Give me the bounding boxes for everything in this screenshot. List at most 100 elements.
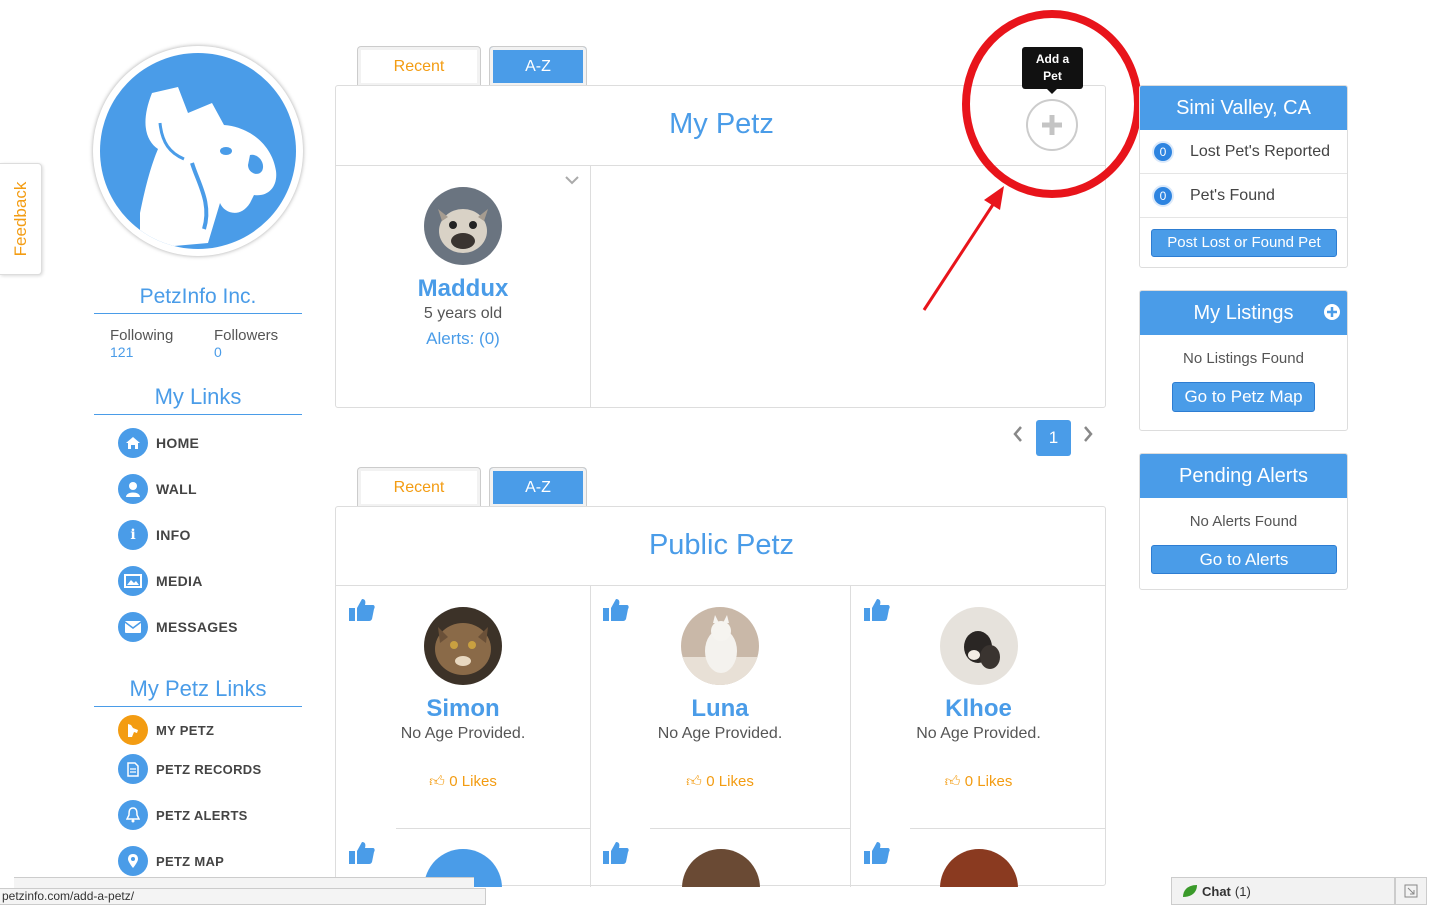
pet-photo[interactable] <box>939 607 1018 685</box>
leaf-icon <box>1183 885 1197 897</box>
likes-link[interactable]: 👍︎ 0 Likes <box>336 773 590 791</box>
followers-label: Followers <box>214 327 279 344</box>
like-icon: 👍︎ <box>429 773 445 790</box>
alerts-box: Pending Alerts No Alerts Found Go to Ale… <box>1139 453 1348 590</box>
add-pet-tooltip: Add a Pet <box>1022 47 1083 94</box>
add-listing-icon[interactable] <box>1323 303 1341 326</box>
dog-logo-icon <box>140 87 277 249</box>
my-petz-tab-az[interactable]: A-Z <box>489 46 587 86</box>
go-to-petz-map-button[interactable]: Go to Petz Map <box>1172 382 1315 412</box>
pet-age: No Age Provided. <box>657 725 783 742</box>
nav-petz-alerts-label: PETZ ALERTS <box>156 807 248 823</box>
my-petz-tab-recent[interactable]: Recent <box>357 46 481 86</box>
following-count: 121 <box>110 344 134 360</box>
likes-link[interactable]: 👍︎ 0 Likes <box>850 773 1107 791</box>
pet-card-luna[interactable]: Luna No Age Provided. 👍︎ 0 Likes <box>590 607 850 791</box>
add-pet-button[interactable] <box>1026 99 1078 151</box>
chat-count: (1) <box>1234 883 1251 899</box>
pet-photo[interactable] <box>682 849 760 887</box>
my-petz-links-title: My Petz Links <box>94 676 302 707</box>
status-url: petzinfo.com/add-a-petz/ <box>0 888 486 905</box>
my-petz-panel: My Petz Maddux 5 years old Alerts: (0) <box>335 85 1106 408</box>
map-pin-icon <box>118 846 148 876</box>
pet-age: 5 years old <box>423 305 503 322</box>
nav-home[interactable]: HOME <box>118 427 199 459</box>
pet-name[interactable]: Simon <box>336 695 590 723</box>
post-lost-found-button[interactable]: Post Lost or Found Pet <box>1151 229 1337 257</box>
pet-alerts-link[interactable]: Alerts: (0) <box>336 329 590 349</box>
chevron-down-icon[interactable] <box>565 172 579 188</box>
prev-page-icon[interactable] <box>1012 423 1024 449</box>
nav-media[interactable]: MEDIA <box>118 565 203 597</box>
page-number[interactable]: 1 <box>1036 420 1071 456</box>
followers-stat[interactable]: Followers 0 <box>214 327 278 360</box>
found-count-badge: 0 <box>1152 184 1174 207</box>
nav-messages-label: MESSAGES <box>156 619 238 635</box>
chat-expand-button[interactable] <box>1395 877 1427 905</box>
thumbs-up-icon[interactable] <box>602 840 630 871</box>
nav-petz-records-label: PETZ RECORDS <box>156 761 262 777</box>
chat-label: Chat <box>1202 883 1231 899</box>
following-stat[interactable]: Following 121 <box>110 327 173 360</box>
next-page-icon[interactable] <box>1082 423 1094 449</box>
likes-link[interactable]: 👍︎ 0 Likes <box>590 773 850 791</box>
pet-name[interactable]: Maddux <box>336 275 590 303</box>
pet-photo[interactable] <box>940 849 1018 887</box>
public-petz-panel: Public Petz Simon No Age Provided. 👍︎ 0 … <box>335 506 1107 887</box>
nav-wall[interactable]: WALL <box>118 473 197 505</box>
likes-count: 0 Likes <box>706 773 754 790</box>
feedback-tab[interactable]: Feedback <box>0 163 42 275</box>
pet-photo[interactable] <box>424 607 502 685</box>
alerts-title: Pending Alerts <box>1140 454 1347 498</box>
nav-my-petz-label: MY PETZ <box>156 722 215 738</box>
envelope-icon <box>118 612 148 642</box>
thumbs-up-icon[interactable] <box>348 840 376 871</box>
nav-wall-label: WALL <box>156 481 197 497</box>
expand-icon <box>1404 884 1418 898</box>
nav-info[interactable]: i INFO <box>118 519 191 551</box>
location-title: Simi Valley, CA <box>1140 86 1347 130</box>
following-label: Following <box>110 327 174 344</box>
public-petz-tab-recent[interactable]: Recent <box>357 467 481 507</box>
lost-pets-label: Lost Pet's Reported <box>1190 142 1331 160</box>
thumbs-up-icon[interactable] <box>863 840 891 871</box>
like-icon: 👍︎ <box>686 773 702 790</box>
pet-card-maddux[interactable]: Maddux 5 years old Alerts: (0) <box>336 187 590 349</box>
user-icon <box>118 474 148 504</box>
pet-card-klhoe[interactable]: Klhoe No Age Provided. 👍︎ 0 Likes <box>850 607 1107 791</box>
feedback-label: Feedback <box>10 181 30 257</box>
image-icon <box>118 566 148 596</box>
bell-icon <box>118 800 148 830</box>
home-icon <box>118 428 148 458</box>
likes-count: 0 Likes <box>449 773 497 790</box>
nav-petz-map[interactable]: PETZ MAP <box>118 845 224 877</box>
pet-age: No Age Provided. <box>916 725 1041 742</box>
public-petz-tab-az[interactable]: A-Z <box>489 467 587 507</box>
nav-info-label: INFO <box>156 527 191 543</box>
found-pets-row[interactable]: 0 Pet's Found <box>1140 174 1347 218</box>
org-name[interactable]: PetzInfo Inc. <box>94 285 302 314</box>
pet-age: No Age Provided. <box>400 725 526 742</box>
my-petz-title: My Petz <box>669 108 774 140</box>
nav-petz-records[interactable]: PETZ RECORDS <box>118 753 261 785</box>
followers-count: 0 <box>214 344 222 360</box>
pet-card-simon[interactable]: Simon No Age Provided. 👍︎ 0 Likes <box>336 607 590 791</box>
plus-icon <box>1042 115 1062 135</box>
pet-photo[interactable] <box>424 187 502 265</box>
go-to-alerts-button[interactable]: Go to Alerts <box>1151 545 1337 574</box>
lost-count-badge: 0 <box>1152 140 1174 163</box>
lost-pets-row[interactable]: 0 Lost Pet's Reported <box>1140 130 1347 174</box>
my-links-title: My Links <box>94 384 302 415</box>
public-petz-title: Public Petz <box>648 529 795 561</box>
pet-photo[interactable] <box>681 607 759 685</box>
info-icon: i <box>118 520 148 550</box>
nav-petz-alerts[interactable]: PETZ ALERTS <box>118 799 248 831</box>
pet-name[interactable]: Klhoe <box>850 695 1107 723</box>
listings-empty-text: No Listings Found <box>1183 350 1304 367</box>
chat-bar[interactable]: Chat (1) <box>1171 877 1395 905</box>
listings-box: My Listings No Listings Found Go to Petz… <box>1139 290 1348 431</box>
location-box: Simi Valley, CA 0 Lost Pet's Reported 0 … <box>1139 85 1348 268</box>
nav-my-petz[interactable]: MY PETZ <box>118 714 214 746</box>
pet-name[interactable]: Luna <box>590 695 850 723</box>
nav-messages[interactable]: MESSAGES <box>118 611 238 643</box>
